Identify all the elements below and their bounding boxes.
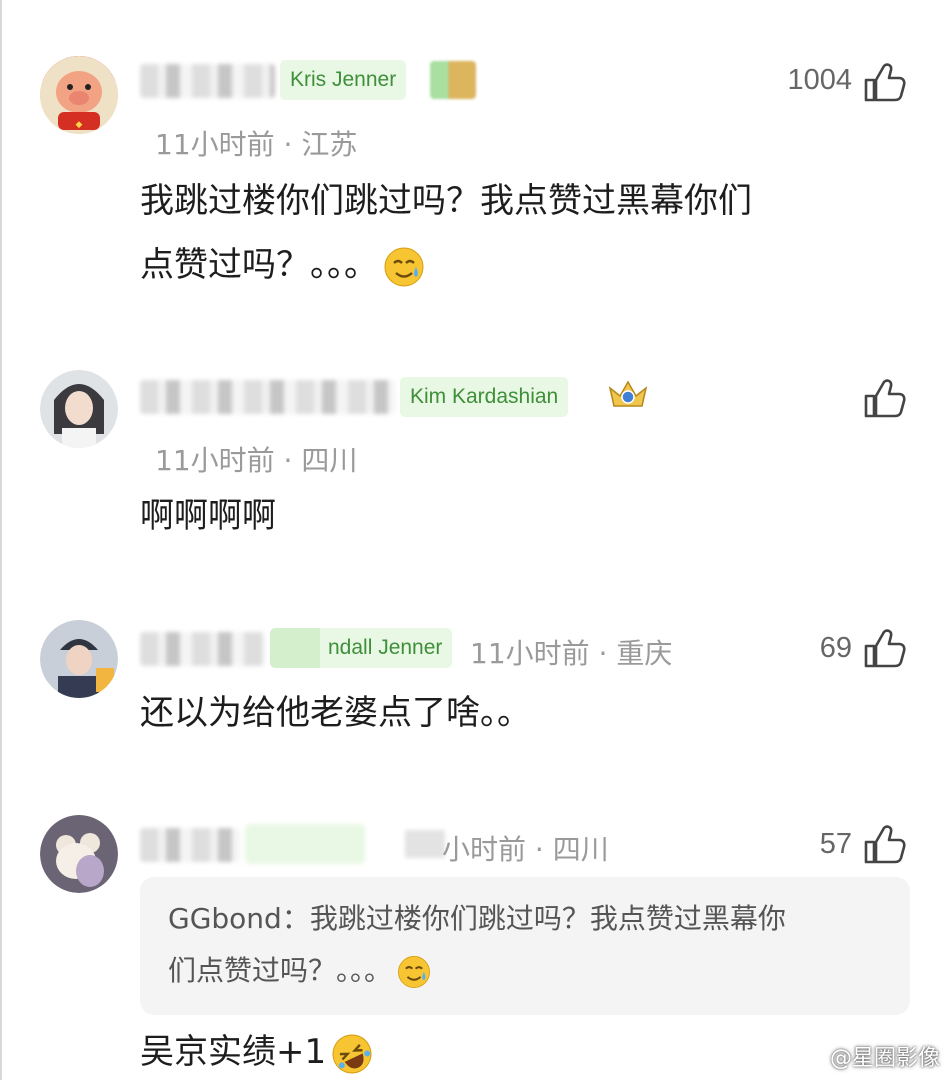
watermark: @星圈影像: [793, 1040, 940, 1072]
comment-text: 吴京实绩+1: [140, 1020, 374, 1080]
avatar[interactable]: [40, 815, 118, 893]
like-count: 69: [819, 632, 852, 664]
quoted-text-line-content: 们点赞过吗？。。。: [168, 954, 393, 987]
user-badge: ndall Jenner: [270, 628, 453, 668]
avatar[interactable]: ◆: [40, 56, 118, 134]
weibo-logo-icon: [793, 1049, 822, 1070]
comment-text-line-content: 点赞过吗？。。。: [140, 245, 378, 285]
user-badge-blurred: [245, 824, 365, 864]
avatar-image: [40, 620, 118, 698]
thumbs-up-icon[interactable]: [862, 376, 906, 420]
comment-text: 啊啊啊啊: [140, 496, 276, 536]
avatar-image: [40, 815, 118, 893]
comment-text-line: 我跳过楼你们跳过吗？我点赞过黑幕你们: [140, 181, 752, 221]
comment-text-content: 吴京实绩+1: [140, 1032, 327, 1072]
thumbs-up-icon[interactable]: [862, 822, 906, 866]
crown-medal-icon: [608, 380, 648, 407]
username-blurred[interactable]: [140, 64, 275, 98]
user-badge: Kim Kardashian: [400, 377, 569, 417]
comment-text: 我跳过楼你们跳过吗？我点赞过黑幕你们 点赞过吗？。。。: [140, 169, 752, 297]
avatar-image: [40, 370, 118, 448]
avatar[interactable]: [40, 370, 118, 448]
quoted-text-line: GGbond：我跳过楼你们跳过吗？我点赞过黑幕你: [168, 902, 786, 935]
comment-meta: 11小时前 · 重庆: [470, 637, 673, 670]
avatar-image: ◆: [40, 56, 118, 134]
crying-smile-emoji-icon: [398, 956, 430, 988]
comment-list: ◆ Kris Jenner 1004 11小时前 · 江苏 我跳过楼你们跳过吗？…: [0, 0, 950, 1080]
quoted-comment[interactable]: GGbond：我跳过楼你们跳过吗？我点赞过黑幕你 们点赞过吗？。。。: [140, 877, 910, 1015]
svg-text:◆: ◆: [76, 120, 83, 130]
comment-meta: 11小时前 · 四川: [155, 444, 358, 477]
quoted-text-line: 们点赞过吗？。。。: [168, 945, 888, 997]
thumbs-up-icon[interactable]: [862, 60, 906, 104]
user-badge: Kris Jenner: [280, 60, 407, 100]
comment-text-line: 点赞过吗？。。。: [140, 233, 752, 297]
thumbs-up-icon[interactable]: [862, 626, 906, 670]
quoted-comment-text: GGbond：我跳过楼你们跳过吗？我点赞过黑幕你 们点赞过吗？。。。: [168, 893, 888, 997]
username-blurred[interactable]: [140, 632, 265, 666]
like-count: 57: [819, 828, 852, 860]
username-blurred[interactable]: [140, 828, 240, 862]
like-count: 1004: [787, 64, 852, 96]
badge-icon: [430, 61, 476, 99]
meta-blur: [405, 830, 445, 858]
rolling-laughing-emoji-icon: [332, 1034, 372, 1073]
comment-text: 还以为给他老婆点了啥。。: [140, 693, 531, 733]
watermark-text: @星圈影像: [829, 1046, 940, 1071]
left-border: [0, 0, 2, 1080]
avatar[interactable]: [40, 620, 118, 698]
username-blurred[interactable]: [140, 380, 395, 414]
comment-meta: 11小时前 · 江苏: [155, 128, 358, 161]
comment-meta: 小时前 · 四川: [442, 833, 609, 866]
crying-smile-emoji-icon: [384, 247, 424, 286]
